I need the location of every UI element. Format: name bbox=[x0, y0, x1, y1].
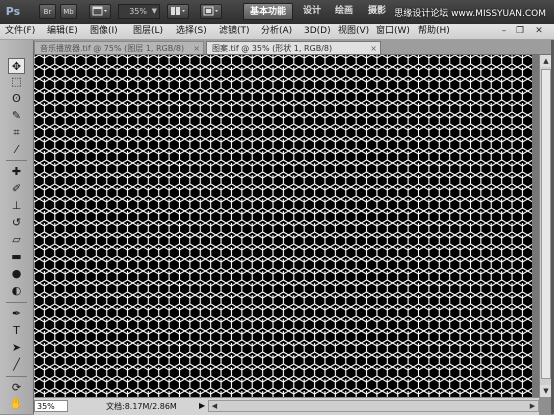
scroll-right-icon[interactable]: ▶ bbox=[527, 401, 538, 411]
status-bar: 35% 文档:8.17M/2.86M ▶ ◀ ▶ bbox=[34, 397, 539, 415]
minimize-icon[interactable]: – bbox=[497, 25, 511, 37]
close-icon[interactable]: × bbox=[193, 42, 200, 55]
status-menu-arrow-icon[interactable]: ▶ bbox=[199, 401, 205, 410]
tool-divider bbox=[6, 376, 27, 377]
view-extras-button[interactable] bbox=[89, 4, 111, 19]
menu-3d[interactable]: 3D(D) bbox=[304, 25, 331, 38]
quick-select-icon[interactable]: ✎ bbox=[8, 108, 25, 124]
workspace-photography[interactable]: 摄影 bbox=[362, 3, 392, 20]
menu-view[interactable]: 视图(V) bbox=[338, 25, 369, 38]
mini-bridge-button[interactable]: Mb bbox=[60, 4, 77, 19]
tab-title: 图案.tif @ 35% (形状 1, RGB/8) bbox=[212, 44, 333, 53]
history-brush-icon[interactable]: ↺ bbox=[8, 215, 25, 231]
application-bar: Ps Br Mb 35% ▼ 基本功能 设计 绘画 摄影 思缘设计论坛 www.… bbox=[0, 0, 554, 25]
line-icon[interactable]: ╱ bbox=[8, 357, 25, 373]
blur-icon[interactable]: ● bbox=[8, 266, 25, 282]
gradient-icon[interactable]: ▬ bbox=[8, 249, 25, 265]
bridge-button[interactable]: Br bbox=[39, 4, 56, 19]
hexagon-pattern bbox=[34, 55, 532, 397]
tab-title: 音乐播放器.tif @ 75% (图层 1, RGB/8) bbox=[40, 44, 185, 53]
screen-mode-icon bbox=[203, 6, 218, 16]
move-icon[interactable]: ✥ bbox=[8, 58, 25, 74]
eraser-icon[interactable]: ▱ bbox=[8, 232, 25, 248]
close-icon[interactable]: × bbox=[370, 42, 377, 55]
lasso-icon[interactable]: ʘ bbox=[8, 91, 25, 107]
pen-icon[interactable]: ✒ bbox=[8, 306, 25, 322]
document-size-info: 文档:8.17M/2.86M bbox=[106, 402, 177, 411]
tools-panel: ✥ ⬚ ʘ ✎ ⌗ ⁄ ✚ ✐ ⊥ ↺ ▱ ▬ ● ◐ ✒ T ➤ ╱ ⟳ ✋ bbox=[0, 40, 34, 414]
screen-mode-button[interactable] bbox=[200, 4, 222, 19]
photoshop-logo: Ps bbox=[5, 5, 21, 18]
scroll-thumb[interactable] bbox=[541, 69, 551, 379]
dodge-icon[interactable]: ◐ bbox=[8, 283, 25, 299]
menu-filter[interactable]: 滤镜(T) bbox=[219, 25, 250, 38]
path-select-icon[interactable]: ➤ bbox=[8, 340, 25, 356]
type-icon[interactable]: T bbox=[8, 323, 25, 339]
menu-image[interactable]: 图像(I) bbox=[90, 25, 118, 38]
menu-help[interactable]: 帮助(H) bbox=[418, 25, 450, 38]
scroll-left-icon[interactable]: ◀ bbox=[209, 401, 220, 411]
menu-layer[interactable]: 图层(L) bbox=[133, 25, 163, 38]
hand-icon[interactable]: ✋ bbox=[8, 396, 25, 412]
tab-music-player[interactable]: 音乐播放器.tif @ 75% (图层 1, RGB/8) × bbox=[34, 41, 204, 54]
zoom-level-dropdown[interactable]: 35% ▼ bbox=[118, 4, 160, 19]
workspace-essentials[interactable]: 基本功能 bbox=[243, 3, 294, 20]
tab-pattern[interactable]: 图案.tif @ 35% (形状 1, RGB/8) × bbox=[206, 41, 381, 54]
menu-analysis[interactable]: 分析(A) bbox=[261, 25, 292, 38]
marquee-icon[interactable]: ⬚ bbox=[8, 74, 25, 90]
zoom-level-value: 35% bbox=[129, 7, 147, 16]
chevron-down-icon: ▼ bbox=[151, 7, 157, 15]
document-window bbox=[34, 55, 539, 397]
watermark-text: 思缘设计论坛 www.MISSYUAN.COM bbox=[394, 9, 546, 19]
menu-file[interactable]: 文件(F) bbox=[5, 25, 35, 38]
3d-rotate-icon[interactable]: ⟳ bbox=[8, 380, 25, 396]
horizontal-scrollbar[interactable]: ◀ ▶ bbox=[208, 400, 539, 412]
spot-heal-icon[interactable]: ✚ bbox=[8, 164, 25, 180]
status-zoom-field[interactable]: 35% bbox=[34, 400, 68, 412]
arrange-documents-icon bbox=[171, 7, 185, 15]
clone-stamp-icon[interactable]: ⊥ bbox=[8, 198, 25, 214]
restore-icon[interactable]: ❐ bbox=[513, 25, 527, 37]
menu-edit[interactable]: 编辑(E) bbox=[47, 25, 78, 38]
workspace-painting[interactable]: 绘画 bbox=[329, 3, 359, 20]
menu-bar: 文件(F) 编辑(E) 图像(I) 图层(L) 选择(S) 滤镜(T) 分析(A… bbox=[0, 24, 554, 40]
close-icon[interactable]: ✕ bbox=[532, 25, 546, 37]
tool-divider bbox=[6, 302, 27, 303]
brush-icon[interactable]: ✐ bbox=[8, 181, 25, 197]
view-extras-icon bbox=[92, 6, 107, 16]
canvas[interactable] bbox=[34, 55, 532, 397]
eyedropper-icon[interactable]: ⁄ bbox=[8, 142, 25, 158]
document-tab-bar: 音乐播放器.tif @ 75% (图层 1, RGB/8) × 图案.tif @… bbox=[34, 40, 554, 55]
crop-icon[interactable]: ⌗ bbox=[8, 125, 25, 141]
arrange-documents-button[interactable] bbox=[167, 4, 189, 19]
workspace-design[interactable]: 设计 bbox=[297, 3, 327, 20]
tool-divider bbox=[6, 160, 27, 161]
menu-select[interactable]: 选择(S) bbox=[176, 25, 207, 38]
menu-window[interactable]: 窗口(W) bbox=[376, 25, 410, 38]
